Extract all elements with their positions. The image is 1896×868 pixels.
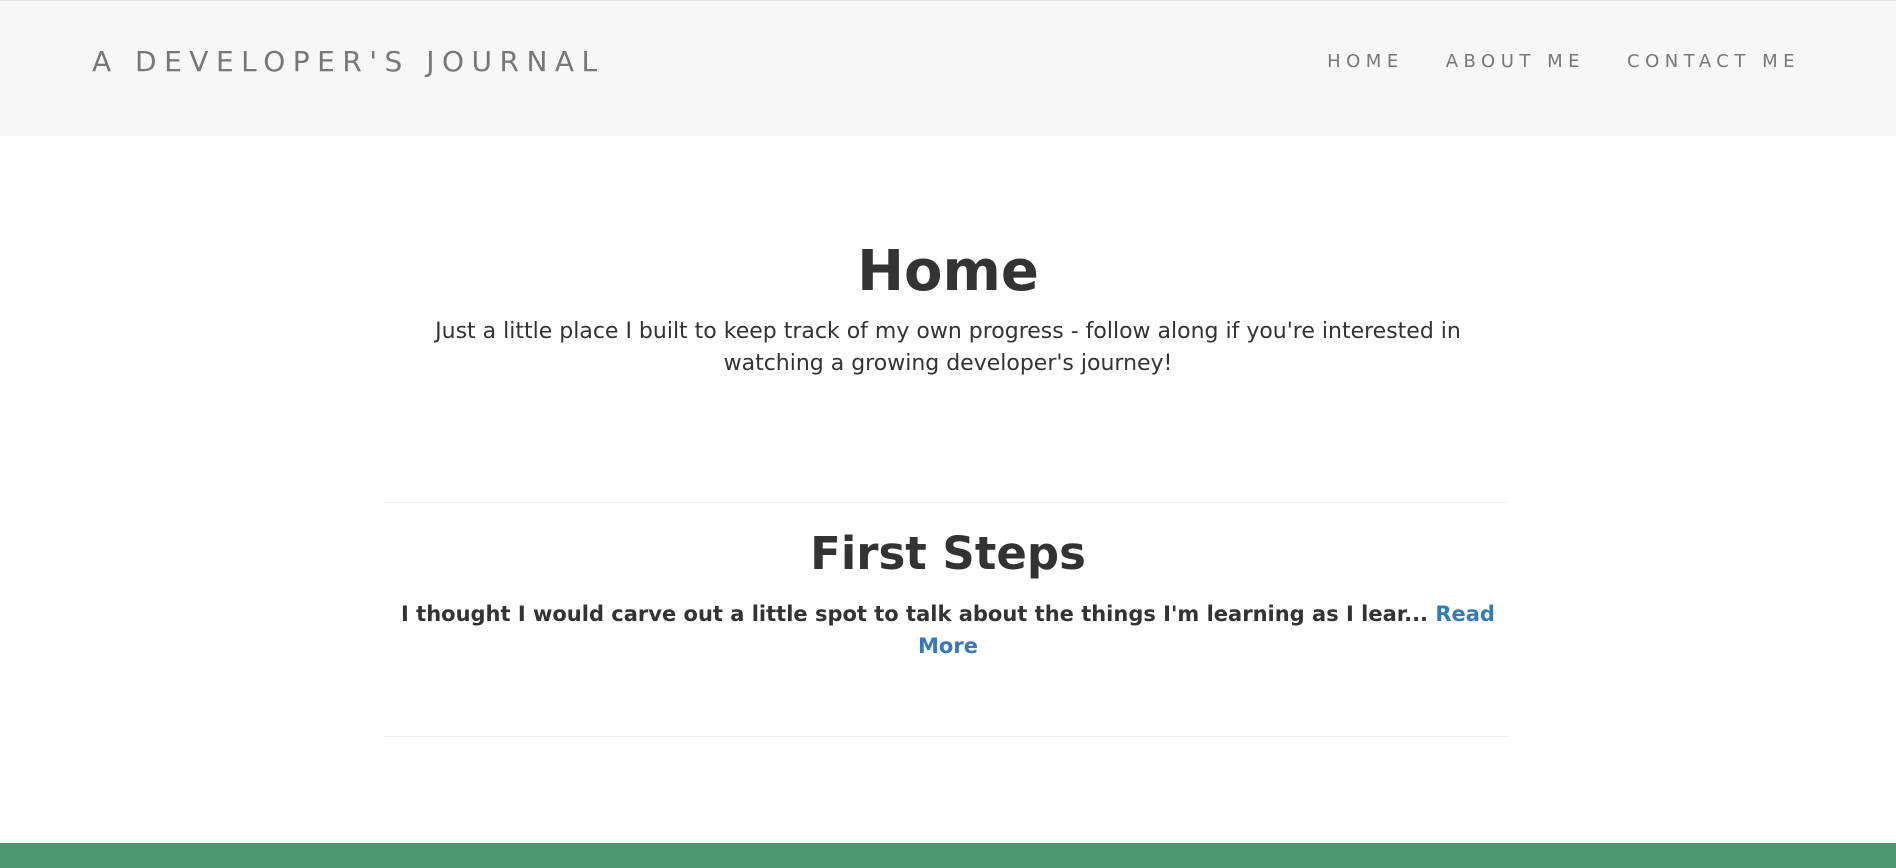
page-tagline: Just a little place I built to keep trac…: [435, 319, 1461, 376]
post-title[interactable]: First Steps: [0, 524, 1896, 584]
nav-link-contact-me[interactable]: CONTACT ME: [1627, 51, 1800, 72]
footer-bar: [0, 843, 1896, 868]
nav-link-home[interactable]: HOME: [1327, 51, 1404, 72]
divider-bottom: [384, 736, 1509, 737]
site-brand-link[interactable]: A DEVELOPER'S JOURNAL: [92, 45, 605, 78]
post-excerpt: I thought I would carve out a little spo…: [400, 598, 1496, 662]
nav-menu: HOME ABOUT ME CONTACT ME: [1285, 51, 1800, 72]
navbar: A DEVELOPER'S JOURNAL HOME ABOUT ME CONT…: [0, 0, 1896, 136]
divider-top: [384, 502, 1509, 503]
post-excerpt-text: I thought I would carve out a little spo…: [401, 602, 1436, 626]
page-title: Home: [857, 239, 1039, 304]
nav-link-about-me[interactable]: ABOUT ME: [1446, 51, 1585, 72]
